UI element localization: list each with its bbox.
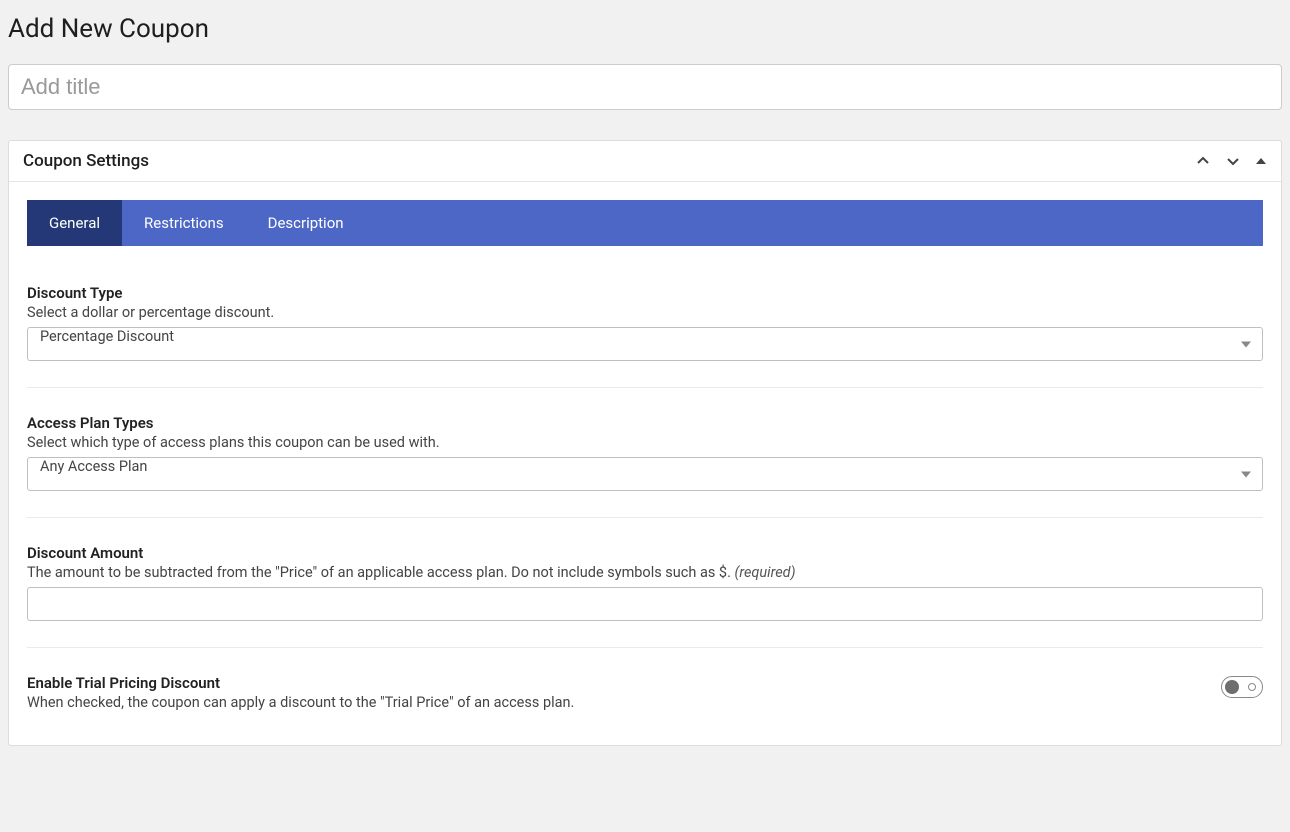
page-title: Add New Coupon <box>8 14 1282 44</box>
coupon-settings-panel: Coupon Settings General Restrictions Des… <box>8 140 1282 746</box>
field-access-plan-types: Access Plan Types Select which type of a… <box>27 414 1263 518</box>
tab-description[interactable]: Description <box>246 200 366 246</box>
trial-pricing-label: Enable Trial Pricing Discount <box>27 674 574 692</box>
discount-type-desc: Select a dollar or percentage discount. <box>27 304 1263 321</box>
panel-title: Coupon Settings <box>23 151 149 171</box>
coupon-title-input[interactable] <box>8 64 1282 110</box>
tabs-bar: General Restrictions Description <box>27 200 1263 246</box>
trial-pricing-toggle[interactable] <box>1221 676 1263 698</box>
access-plan-types-label: Access Plan Types <box>27 414 1263 432</box>
chevron-down-icon[interactable] <box>1225 153 1241 169</box>
field-trial-pricing: Enable Trial Pricing Discount When check… <box>27 674 1263 727</box>
chevron-up-icon[interactable] <box>1195 153 1211 169</box>
discount-amount-desc: The amount to be subtracted from the "Pr… <box>27 564 1263 581</box>
tab-content: Discount Type Select a dollar or percent… <box>9 246 1281 745</box>
discount-amount-required: (required) <box>735 564 796 581</box>
discount-amount-label: Discount Amount <box>27 544 1263 562</box>
panel-controls <box>1195 153 1267 169</box>
toggle-knob-icon <box>1225 680 1239 694</box>
access-plan-types-select[interactable]: Any Access Plan <box>27 457 1263 491</box>
trial-pricing-desc: When checked, the coupon can apply a dis… <box>27 694 574 711</box>
discount-amount-desc-text: The amount to be subtracted from the "Pr… <box>27 564 735 581</box>
tab-general[interactable]: General <box>27 200 122 246</box>
discount-type-label: Discount Type <box>27 284 1263 302</box>
tab-restrictions[interactable]: Restrictions <box>122 200 246 246</box>
field-discount-amount: Discount Amount The amount to be subtrac… <box>27 544 1263 648</box>
field-discount-type: Discount Type Select a dollar or percent… <box>27 284 1263 388</box>
access-plan-types-desc: Select which type of access plans this c… <box>27 434 1263 451</box>
discount-type-select[interactable]: Percentage Discount <box>27 327 1263 361</box>
panel-header: Coupon Settings <box>9 141 1281 182</box>
toggle-ring-icon <box>1248 683 1256 691</box>
collapse-triangle-icon[interactable] <box>1255 155 1267 167</box>
discount-amount-input[interactable] <box>27 587 1263 621</box>
